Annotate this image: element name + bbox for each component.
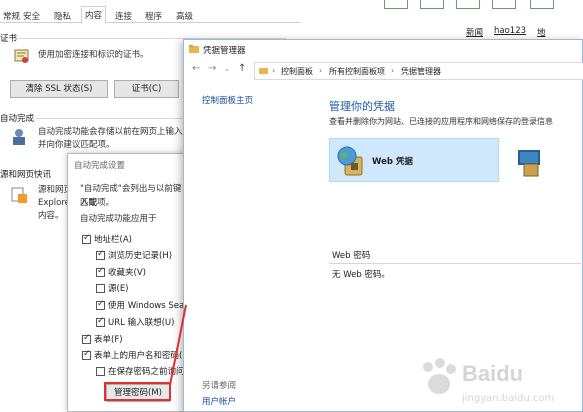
option-label: 表单上的用户名和密码(P) [94,351,191,361]
option-label: URL 输入联想(U) [108,318,175,328]
left-pane: 控制面板主页 另请参阅 用户帐户 [184,82,314,411]
certificates-desc: 使用加密连接和标识的证书。 [38,50,149,60]
feeds-desc-line3: 内容。 [38,211,64,221]
toolbar-button[interactable] [456,0,480,9]
toolbar-button[interactable] [420,0,444,9]
page-subtitle: 查看并删除你为网站、已连接的应用程序和网络保存的登录信息 [329,117,553,126]
option-label: 浏览历史记录(H) [108,251,173,261]
checkbox-windows-search[interactable] [96,299,105,310]
breadcrumb-separator: › [272,66,276,75]
certificate-icon [13,47,31,65]
breadcrumb-separator: › [391,66,395,75]
feeds-icon [10,186,28,204]
group-label: 自动完成功能应用于 [80,214,157,224]
divider [329,263,583,264]
toolbar-button[interactable] [530,0,554,9]
see-also-label: 另请参阅 [202,381,237,391]
clear-ssl-button[interactable]: 清除 SSL 状态(S) [10,80,108,98]
autocomplete-title: 自动完成 [0,114,35,124]
checkbox-forms[interactable] [82,333,91,344]
page-heading: 管理你的凭据 [329,100,395,113]
tab-programs[interactable]: 程序 [142,8,165,23]
folder-icon [189,44,199,54]
option-label: 源(E) [108,284,129,294]
autocomplete-desc-line2: 并向你建议匹配项。 [38,140,115,150]
link-more[interactable]: 地 [537,26,546,38]
web-passwords-section-label: Web 密码 [332,251,371,261]
windows-credentials-icon[interactable] [508,138,540,182]
certificates-title: 证书 [0,34,18,44]
checkbox-favorites[interactable] [96,266,105,277]
toolbar-button[interactable] [492,0,516,9]
dialog-title: 自动完成设置 [74,161,126,171]
option-label: 表单(F) [94,335,123,345]
autocomplete-desc-line1: 自动完成功能会存储以前在网页上输入的 [38,127,192,137]
checkbox-url-suggest[interactable] [96,316,105,327]
window-title: 凭据管理器 [203,46,246,56]
folder-icon [259,66,268,75]
feeds-title: 源和网页快讯 [0,170,52,180]
link-hao123[interactable]: hao123 [494,26,526,36]
chevron-down-icon[interactable]: ⌄ [224,65,230,73]
address-bar-row: ← → ⌄ ↑ › 控制面板 › 所有控制面板项 › 凭据管理器 [184,62,583,80]
checkbox-usernames-passwords[interactable] [82,349,91,360]
paw-icon [423,358,456,394]
checkbox-history[interactable] [96,249,105,260]
no-web-passwords-text: 无 Web 密码。 [332,270,390,280]
highlight-box [104,382,171,401]
address-input[interactable]: › 控制面板 › 所有控制面板项 › 凭据管理器 [254,62,583,80]
breadcrumb-all-items[interactable]: 所有控制面板项 [329,66,385,77]
baidu-watermark: Baidu jingyan.baidu.com [418,355,583,412]
tab-advanced[interactable]: 高级 [173,8,196,23]
watermark-brand: Baidu [462,361,524,386]
intro-line2: 匹配项。 [80,198,115,208]
feeds-desc-line2: Explore [38,198,70,208]
window-titlebar: 凭据管理器 [184,40,582,60]
option-label: 在保存密码之前询问我 [108,367,194,377]
up-arrow-icon[interactable]: ↑ [238,63,246,74]
tab-security[interactable]: 安全 [20,8,43,23]
watermark-url: jingyan.baidu.com [462,393,555,404]
user-accounts-link[interactable]: 用户帐户 [202,395,236,407]
breadcrumb-separator: › [319,66,323,75]
checkbox-address-bar[interactable] [82,233,91,244]
forward-arrow-icon[interactable]: → [208,63,216,74]
web-credentials-icon [336,145,368,177]
breadcrumb-credential-manager[interactable]: 凭据管理器 [401,66,441,77]
back-arrow-icon[interactable]: ← [192,63,200,74]
tab-privacy[interactable]: 隐私 [51,8,74,23]
browser-toolbar: 新闻 hao123 地 [380,0,583,40]
checkbox-ask-before-save[interactable] [96,367,105,376]
tab-content[interactable]: 内容 [81,6,107,24]
link-news[interactable]: 新闻 [466,26,483,38]
option-label: 收藏夹(V) [108,268,146,278]
dialog-titlebar: 自动完成设置 [68,154,186,174]
toolbar-button[interactable] [384,0,408,9]
option-label: 地址栏(A) [94,235,132,245]
autocomplete-icon [10,128,28,146]
tab-bar: 常规 安全 隐私 内容 连接 程序 高级 [0,5,300,24]
control-panel-home-link[interactable]: 控制面板主页 [202,94,253,106]
autocomplete-settings-dialog: 自动完成设置 "自动完成"会列出与以前键入或 匹配项。 自动完成功能应用于 地址… [67,153,198,412]
checkbox-feeds[interactable] [96,284,105,293]
web-credentials-label: Web 凭据 [372,157,413,167]
tab-connections[interactable]: 连接 [112,8,135,23]
certificates-button[interactable]: 证书(C) [114,80,179,98]
web-credentials-tile[interactable]: Web 凭据 [329,138,499,182]
breadcrumb-control-panel[interactable]: 控制面板 [281,66,313,77]
